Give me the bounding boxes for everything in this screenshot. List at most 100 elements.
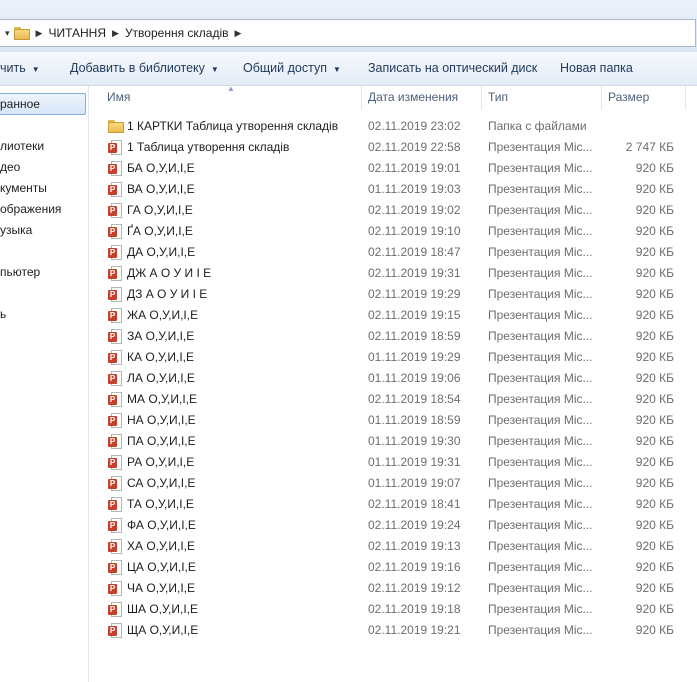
file-row[interactable]: МА О,У,И,І,Е 02.11.2019 18:54 Презентация … (89, 389, 697, 410)
file-row[interactable]: ЗА О,У,И,І,Е 02.11.2019 18:59 Презентация … (89, 326, 697, 347)
nav-item-computer[interactable]: пьютер (0, 265, 40, 279)
file-name: ЧА О,У,И,І,Е (127, 581, 195, 595)
file-type: Презентация Mic... (488, 476, 593, 490)
file-row[interactable]: ФА О,У,И,І,Е 02.11.2019 19:24 Презентация … (89, 515, 697, 536)
file-row[interactable]: КА О,У,И,І,Е 01.11.2019 19:29 Презентация … (89, 347, 697, 368)
file-name: ДЗ А О У И І Е (127, 287, 208, 301)
chevron-right-icon[interactable]: ▶ (112, 28, 119, 39)
powerpoint-icon (108, 392, 122, 407)
file-row[interactable]: ЛА О,У,И,І,Е 01.11.2019 19:06 Презентация … (89, 368, 697, 389)
file-date: 02.11.2019 19:31 (368, 266, 461, 280)
file-row[interactable]: ША О,У,И,І,Е 02.11.2019 19:18 Презентация … (89, 599, 697, 620)
file-row[interactable]: ГА О,У,И,І,Е 02.11.2019 19:02 Презентация … (89, 200, 697, 221)
file-row[interactable]: НА О,У,И,І,Е 01.11.2019 18:59 Презентация … (89, 410, 697, 431)
file-size: 920 КБ (635, 476, 674, 490)
share-button[interactable]: Общий доступ ▼ (243, 61, 341, 75)
file-row[interactable]: ЦА О,У,И,І,Е 02.11.2019 19:16 Презентация … (89, 557, 697, 578)
burn-disc-button[interactable]: Записать на оптический диск (368, 61, 537, 75)
file-date: 02.11.2019 18:41 (368, 497, 461, 511)
add-to-library-label: Добавить в библиотеку (70, 61, 205, 75)
file-name: 1 КАРТКИ Таблица утворення складів (127, 119, 339, 133)
file-size: 920 КБ (635, 224, 674, 238)
file-date: 02.11.2019 19:21 (368, 623, 461, 637)
chevron-down-icon[interactable]: ▾ (5, 28, 10, 39)
powerpoint-icon (108, 350, 122, 365)
file-row[interactable]: ПА О,У,И,І,Е 01.11.2019 19:30 Презентация … (89, 431, 697, 452)
file-name: МА О,У,И,І,Е (127, 392, 197, 406)
file-name: ДА О,У,И,І,Е (127, 245, 196, 259)
powerpoint-icon (108, 476, 122, 491)
file-name: КА О,У,И,І,Е (127, 350, 194, 364)
file-date: 02.11.2019 18:54 (368, 392, 461, 406)
new-folder-button[interactable]: Новая папка (560, 61, 633, 75)
file-row[interactable]: ЩА О,У,И,І,Е 02.11.2019 19:21 Презентация … (89, 620, 697, 641)
add-to-library-button[interactable]: Добавить в библиотеку ▼ (70, 61, 219, 75)
file-type: Презентация Mic... (488, 182, 593, 196)
navigation-pane: ранное лиотеки део кументы ображения узы… (0, 86, 89, 682)
file-size: 920 КБ (635, 413, 674, 427)
powerpoint-icon (108, 623, 122, 638)
file-date: 02.11.2019 23:02 (368, 119, 461, 133)
file-row[interactable]: ДЗ А О У И І Е 02.11.2019 19:29 Презентаци… (89, 284, 697, 305)
share-label: Общий доступ (243, 61, 327, 75)
chevron-right-icon[interactable]: ▶ (36, 28, 43, 39)
file-date: 02.11.2019 19:16 (368, 560, 461, 574)
nav-item-favorites-label[interactable]: ранное (0, 97, 40, 111)
breadcrumb-item-chitannia[interactable]: ЧИТАННЯ (48, 26, 106, 40)
powerpoint-icon (108, 203, 122, 218)
file-row[interactable]: ТА О,У,И,І,Е 02.11.2019 18:41 Презентация … (89, 494, 697, 515)
file-date: 02.11.2019 19:29 (368, 287, 461, 301)
file-size: 920 КБ (635, 161, 674, 175)
file-row[interactable]: ДА О,У,И,І,Е 02.11.2019 18:47 Презентация … (89, 242, 697, 263)
file-size: 920 КБ (635, 560, 674, 574)
nav-item-video[interactable]: део (0, 160, 20, 174)
chevron-right-icon[interactable]: ▶ (235, 28, 242, 39)
nav-item-network[interactable]: ь (0, 307, 6, 321)
column-divider[interactable] (481, 86, 482, 110)
organize-button[interactable]: чить ▼ (0, 61, 40, 75)
file-row[interactable]: ЧА О,У,И,І,Е 02.11.2019 19:12 Презентация … (89, 578, 697, 599)
column-date[interactable]: Дата изменения (368, 90, 458, 104)
file-date: 02.11.2019 19:10 (368, 224, 461, 238)
breadcrumb-item-current[interactable]: Утворення складів (125, 26, 229, 40)
file-name: 1 Таблица утворення складів (127, 140, 290, 154)
file-row[interactable]: ҐА О,У,И,І,Е 02.11.2019 19:10 Презентация … (89, 221, 697, 242)
file-name: ЛА О,У,И,І,Е (127, 371, 195, 385)
organize-label: чить (0, 61, 26, 75)
file-row[interactable]: СА О,У,И,І,Е 01.11.2019 19:07 Презентация … (89, 473, 697, 494)
column-type[interactable]: Тип (488, 90, 508, 104)
file-date: 01.11.2019 19:30 (368, 434, 461, 448)
column-size[interactable]: Размер (608, 90, 649, 104)
file-row[interactable]: РА О,У,И,І,Е 01.11.2019 19:31 Презентация … (89, 452, 697, 473)
powerpoint-icon (108, 329, 122, 344)
sort-ascending-icon: ▲ (227, 84, 235, 93)
file-row[interactable]: 1 Таблица утворення складів 02.11.2019 22… (89, 137, 697, 158)
file-row[interactable]: ХА О,У,И,І,Е 02.11.2019 19:13 Презентация … (89, 536, 697, 557)
column-divider[interactable] (361, 86, 362, 110)
file-row[interactable]: ВА О,У,И,І,Е 01.11.2019 19:03 Презентация … (89, 179, 697, 200)
file-type: Презентация Mic... (488, 371, 593, 385)
column-divider[interactable] (601, 86, 602, 110)
file-name: ГА О,У,И,І,Е (127, 203, 193, 217)
file-row[interactable]: ДЖ А О У И І Е 02.11.2019 19:31 Презентаци… (89, 263, 697, 284)
file-row[interactable]: ЖА О,У,И,І,Е 02.11.2019 19:15 Презентация … (89, 305, 697, 326)
nav-item-documents[interactable]: кументы (0, 181, 47, 195)
powerpoint-icon (108, 539, 122, 554)
powerpoint-icon (108, 371, 122, 386)
file-row[interactable]: БА О,У,И,І,Е 02.11.2019 19:01 Презентация … (89, 158, 697, 179)
file-size: 920 КБ (635, 623, 674, 637)
column-name[interactable]: Имя (107, 90, 130, 104)
address-bar[interactable]: ▾ ▶ ЧИТАННЯ ▶ Утворення складів ▶ (0, 19, 696, 47)
powerpoint-icon (108, 140, 122, 155)
powerpoint-icon (108, 308, 122, 323)
column-divider[interactable] (685, 86, 686, 110)
file-type: Презентация Mic... (488, 413, 593, 427)
nav-item-images[interactable]: ображения (0, 202, 61, 216)
file-date: 02.11.2019 19:02 (368, 203, 461, 217)
file-row[interactable]: 1 КАРТКИ Таблица утворення складів 02.11.… (89, 116, 697, 137)
powerpoint-icon (108, 497, 122, 512)
file-size: 2 747 КБ (625, 140, 674, 154)
nav-item-libraries[interactable]: лиотеки (0, 139, 44, 153)
nav-item-music[interactable]: узыка (0, 223, 32, 237)
file-date: 02.11.2019 19:24 (368, 518, 461, 532)
